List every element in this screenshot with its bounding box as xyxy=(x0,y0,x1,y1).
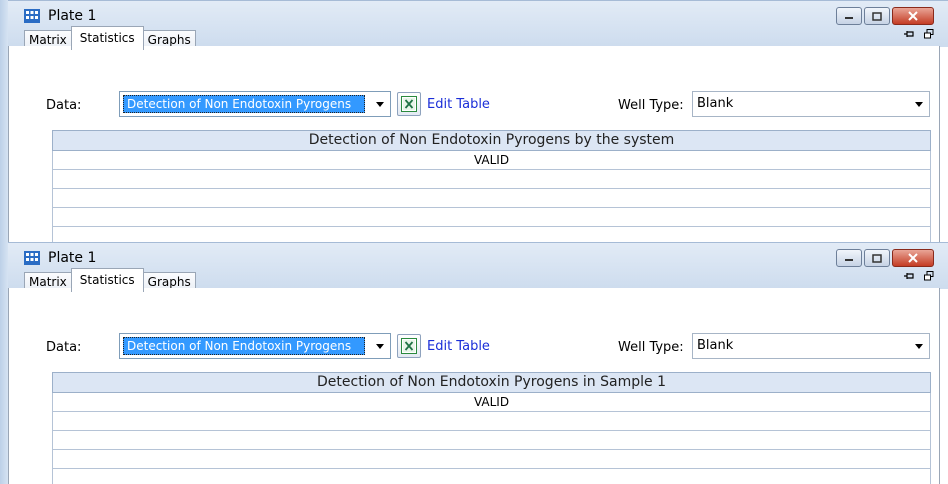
chevron-down-icon xyxy=(915,344,923,349)
data-selected-value: Detection of Non Endotoxin Pyrogens xyxy=(123,337,365,355)
plate-grid-icon xyxy=(24,9,40,23)
edit-table-link[interactable]: Edit Table xyxy=(427,97,490,112)
table-row[interactable] xyxy=(52,170,931,189)
maximize-icon xyxy=(872,11,882,21)
table-row[interactable] xyxy=(52,431,931,450)
table-row[interactable] xyxy=(52,189,931,208)
minimize-button[interactable] xyxy=(836,7,862,25)
well-type-label: Well Type: xyxy=(618,98,684,113)
close-icon xyxy=(908,11,918,21)
data-label: Data: xyxy=(46,98,82,113)
grid-header: Detection of Non Endotoxin Pyrogens in S… xyxy=(52,372,931,393)
plate-grid-icon xyxy=(24,251,40,265)
tab-statistics[interactable]: Statistics xyxy=(70,26,144,50)
chevron-down-icon xyxy=(915,102,923,107)
grid-header: Detection of Non Endotoxin Pyrogens by t… xyxy=(52,130,931,151)
statistics-content: Data: Detection of Non Endotoxin Pyrogen… xyxy=(8,288,940,484)
pin-icon[interactable] xyxy=(904,271,914,281)
excel-export-button[interactable] xyxy=(397,92,421,116)
title-bar[interactable]: Plate 1 Matrix Statistics Graphs xyxy=(8,0,948,50)
plate-window-top: Plate 1 Matrix Statistics Graphs Data: D… xyxy=(0,0,948,242)
table-row[interactable] xyxy=(52,227,931,242)
close-button[interactable] xyxy=(892,7,934,25)
plate-window-bottom: Plate 1 Matrix Statistics Graphs Data: D… xyxy=(0,242,948,484)
excel-icon xyxy=(401,338,417,354)
statistics-content: Data: Detection of Non Endotoxin Pyrogen… xyxy=(8,46,940,242)
close-button[interactable] xyxy=(892,249,934,267)
well-type-label: Well Type: xyxy=(618,340,684,355)
minimize-icon xyxy=(845,259,853,261)
well-type-dropdown[interactable]: Blank xyxy=(692,91,930,117)
close-icon xyxy=(908,253,918,263)
well-type-value: Blank xyxy=(697,96,734,111)
chevron-down-icon xyxy=(376,344,384,349)
edit-table-link[interactable]: Edit Table xyxy=(427,339,490,354)
pin-icon[interactable] xyxy=(904,29,914,39)
float-window-icon[interactable] xyxy=(924,29,934,39)
float-window-icon[interactable] xyxy=(924,271,934,281)
well-type-value: Blank xyxy=(697,338,734,353)
window-title: Plate 1 xyxy=(48,8,97,24)
minimize-icon xyxy=(845,17,853,19)
data-selected-value: Detection of Non Endotoxin Pyrogens xyxy=(123,95,365,113)
table-row[interactable]: VALID xyxy=(52,151,931,170)
table-row[interactable] xyxy=(52,412,931,431)
excel-export-button[interactable] xyxy=(397,334,421,358)
window-edge xyxy=(0,0,8,242)
tab-statistics[interactable]: Statistics xyxy=(70,268,144,292)
minimize-button[interactable] xyxy=(836,249,862,267)
table-row[interactable] xyxy=(52,469,931,484)
maximize-icon xyxy=(872,253,882,263)
table-row[interactable] xyxy=(52,208,931,227)
table-row[interactable]: VALID xyxy=(52,393,931,412)
well-type-dropdown[interactable]: Blank xyxy=(692,333,930,359)
maximize-button[interactable] xyxy=(864,249,890,267)
data-dropdown[interactable]: Detection of Non Endotoxin Pyrogens xyxy=(119,91,391,117)
window-edge xyxy=(0,242,8,484)
statistics-grid: Detection of Non Endotoxin Pyrogens in S… xyxy=(52,372,931,484)
statistics-grid: Detection of Non Endotoxin Pyrogens by t… xyxy=(52,130,931,242)
maximize-button[interactable] xyxy=(864,7,890,25)
excel-icon xyxy=(401,96,417,112)
table-row[interactable] xyxy=(52,450,931,469)
data-label: Data: xyxy=(46,340,82,355)
title-bar[interactable]: Plate 1 Matrix Statistics Graphs xyxy=(8,242,948,292)
chevron-down-icon xyxy=(376,102,384,107)
window-title: Plate 1 xyxy=(48,250,97,266)
data-dropdown[interactable]: Detection of Non Endotoxin Pyrogens xyxy=(119,333,391,359)
